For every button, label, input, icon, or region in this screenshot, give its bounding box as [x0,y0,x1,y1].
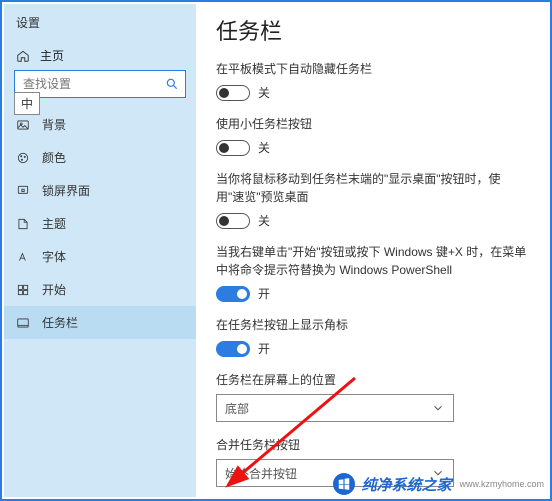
content: 任务栏 在平板模式下自动隐藏任务栏 关 使用小任务栏按钮 关 当你将鼠标移动到任… [196,4,548,497]
nav-label: 主题 [42,215,66,232]
picture-icon [16,118,30,132]
toggle-value: 关 [258,139,270,156]
toggle[interactable] [216,140,250,156]
toggle-value: 开 [258,285,270,302]
lock-screen-icon [16,184,30,198]
nav-lockscreen[interactable]: 锁屏界面 [4,174,196,207]
search-icon [165,77,179,91]
toggle[interactable] [216,341,250,357]
taskbar-icon [16,316,30,330]
nav-label: 任务栏 [42,314,78,331]
nav-label: 颜色 [42,149,66,166]
window-title: 设置 [4,8,196,41]
palette-icon [16,151,30,165]
nav-label: 背景 [42,116,66,133]
setting-powershell: 当我右键单击"开始"按钮或按下 Windows 键+X 时，在菜单中将命令提示符… [216,243,528,302]
font-icon [16,250,30,264]
setting-label: 使用小任务栏按钮 [216,115,528,133]
setting-small-buttons: 使用小任务栏按钮 关 [216,115,528,156]
dropdown-value: 底部 [225,400,249,417]
watermark-brand: 纯净系统之家 [361,474,451,495]
search-input[interactable] [23,77,161,91]
setting-label: 当你将鼠标移动到任务栏末端的"显示桌面"按钮时，使用"速览"预览桌面 [216,170,528,206]
nav-start[interactable]: 开始 [4,273,196,306]
watermark-url: www.kzmyhome.com [459,479,544,489]
setting-peek-preview: 当你将鼠标移动到任务栏末端的"显示桌面"按钮时，使用"速览"预览桌面 关 [216,170,528,229]
position-dropdown[interactable]: 底部 [216,394,454,422]
setting-label: 当我右键单击"开始"按钮或按下 Windows 键+X 时，在菜单中将命令提示符… [216,243,528,279]
setting-tablet-autohide: 在平板模式下自动隐藏任务栏 关 [216,60,528,101]
home-link[interactable]: 主页 [4,41,196,70]
nav-label: 字体 [42,248,66,265]
ime-indicator: 中 [14,92,40,115]
watermark: 纯净系统之家 www.kzmyhome.com [333,473,544,495]
setting-label: 在任务栏按钮上显示角标 [216,316,528,334]
toggle-value: 关 [258,84,270,101]
toggle[interactable] [216,85,250,101]
theme-icon [16,217,30,231]
nav-themes[interactable]: 主题 [4,207,196,240]
watermark-logo-icon [333,473,355,495]
toggle-value: 开 [258,340,270,357]
nav-list: 背景 颜色 锁屏界面 主题 字体 开始 任务栏 [4,108,196,339]
dropdown-value: 始终合并按钮 [225,465,297,482]
nav-label: 开始 [42,281,66,298]
sidebar: 设置 主页 背景 颜色 锁屏界面 主题 字体 开始 任务栏 [4,4,196,497]
nav-taskbar[interactable]: 任务栏 [4,306,196,339]
setting-badges: 在任务栏按钮上显示角标 开 [216,316,528,357]
toggle-value: 关 [258,212,270,229]
nav-colors[interactable]: 颜色 [4,141,196,174]
chevron-down-icon [431,401,445,415]
position-label: 任务栏在屏幕上的位置 [216,371,528,388]
nav-label: 锁屏界面 [42,182,90,199]
page-title: 任务栏 [216,14,528,46]
toggle[interactable] [216,213,250,229]
home-label: 主页 [40,47,64,64]
toggle[interactable] [216,286,250,302]
combine-label: 合并任务栏按钮 [216,436,528,453]
home-icon [16,49,30,63]
start-icon [16,283,30,297]
nav-fonts[interactable]: 字体 [4,240,196,273]
setting-label: 在平板模式下自动隐藏任务栏 [216,60,528,78]
